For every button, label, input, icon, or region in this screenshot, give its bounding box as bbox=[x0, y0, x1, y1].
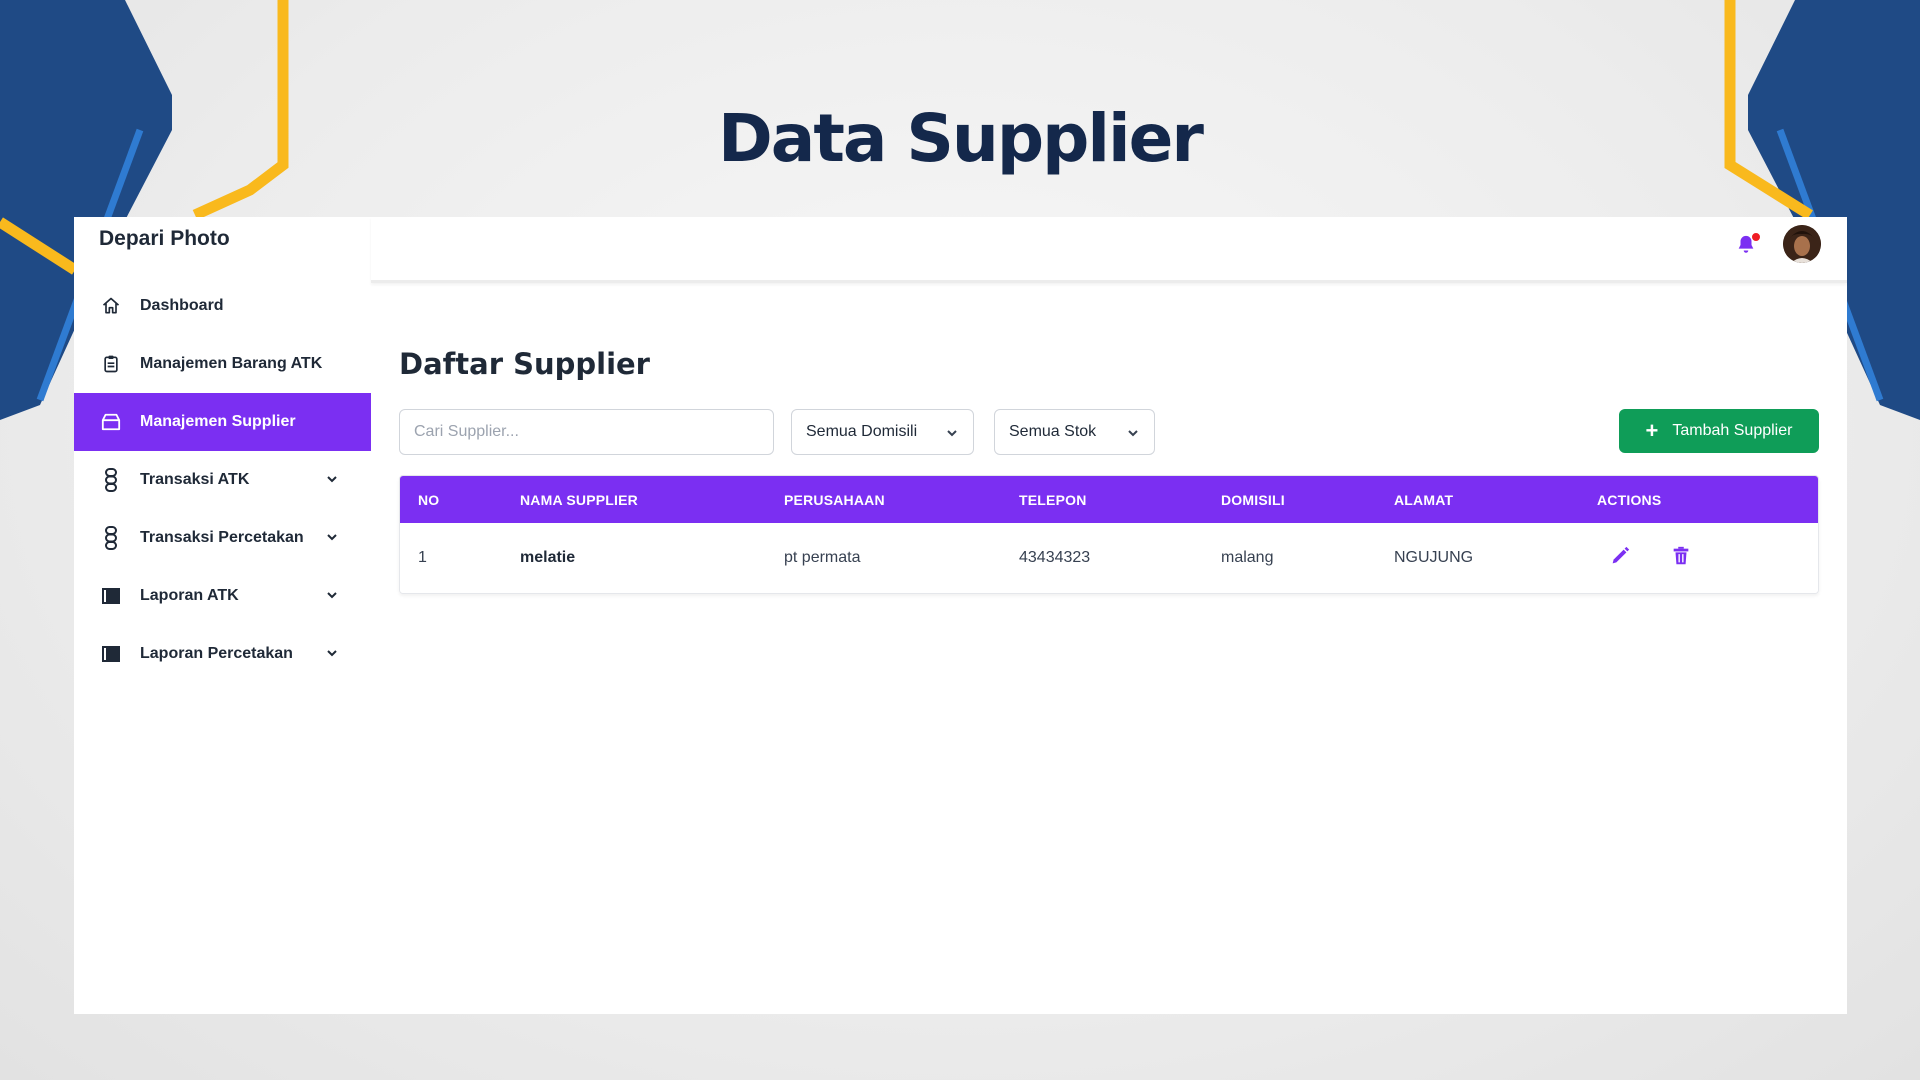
slide-title: Data Supplier bbox=[718, 100, 1204, 177]
search-input[interactable] bbox=[399, 409, 774, 455]
notification-button[interactable] bbox=[1735, 232, 1761, 259]
supplier-table: NO NAMA SUPPLIER PERUSAHAAN TELEPON DOMI… bbox=[399, 475, 1819, 594]
stok-filter-value: Semua Stok bbox=[1009, 423, 1097, 440]
toolbar: Semua Domisili Semua Stok + Tambah Suppl… bbox=[399, 409, 1819, 455]
page-title: Daftar Supplier bbox=[399, 347, 650, 381]
cell-no: 1 bbox=[418, 549, 427, 566]
edit-icon bbox=[1612, 546, 1630, 564]
clipboard-icon bbox=[100, 353, 122, 375]
column-header-perusahaan[interactable]: PERUSAHAAN bbox=[784, 492, 885, 508]
column-header-nama-supplier[interactable]: NAMA SUPPLIER bbox=[520, 492, 638, 508]
column-header-domisili[interactable]: DOMISILI bbox=[1221, 492, 1285, 508]
home-icon bbox=[100, 295, 122, 317]
stok-filter-select[interactable]: Semua Stok bbox=[994, 409, 1155, 455]
chevron-down-icon bbox=[947, 430, 957, 437]
chevron-down-icon[interactable] bbox=[325, 646, 339, 660]
edit-button[interactable] bbox=[1609, 545, 1633, 569]
sidebar-item-label: Transaksi Percetakan bbox=[140, 529, 304, 546]
sidebar-item-label: Transaksi ATK bbox=[140, 471, 250, 488]
avatar[interactable] bbox=[1783, 225, 1821, 263]
sidebar-item-label: Dashboard bbox=[140, 297, 224, 314]
cell-telepon: 43434323 bbox=[1019, 549, 1091, 566]
box-icon bbox=[100, 411, 122, 433]
column-header-actions: ACTIONS bbox=[1597, 492, 1662, 508]
chevron-down-icon[interactable] bbox=[325, 472, 339, 486]
sidebar-item-transaksi-atk[interactable]: Transaksi ATK bbox=[74, 451, 371, 509]
sidebar-item-label: Manajemen Barang ATK bbox=[140, 355, 323, 372]
book-icon bbox=[100, 643, 122, 665]
cell-perusahaan: pt permata bbox=[784, 549, 861, 566]
sidebar-item-label: Laporan ATK bbox=[140, 587, 239, 604]
table-row: 1 melatie pt permata 43434323 malang NGU… bbox=[400, 523, 1818, 593]
cell-alamat: NGUJUNG bbox=[1394, 549, 1474, 566]
add-supplier-label: Tambah Supplier bbox=[1672, 422, 1793, 439]
chain-icon bbox=[100, 468, 122, 492]
chevron-down-icon[interactable] bbox=[325, 530, 339, 544]
brand-name: Depari Photo bbox=[99, 227, 230, 250]
plus-icon: + bbox=[1645, 418, 1659, 443]
chevron-down-icon bbox=[1128, 430, 1138, 437]
domisili-filter-select[interactable]: Semua Domisili bbox=[791, 409, 974, 455]
trash-icon bbox=[1673, 546, 1689, 565]
table-header: NO NAMA SUPPLIER PERUSAHAAN TELEPON DOMI… bbox=[400, 476, 1818, 523]
sidebar-item-laporan-atk[interactable]: Laporan ATK bbox=[74, 567, 371, 625]
sidebar-item-manajemen-supplier[interactable]: Manajemen Supplier bbox=[74, 393, 371, 451]
notification-dot bbox=[1751, 232, 1761, 242]
sidebar-item-manajemen-barang-atk[interactable]: Manajemen Barang ATK bbox=[74, 335, 371, 393]
sidebar-item-transaksi-percetakan[interactable]: Transaksi Percetakan bbox=[74, 509, 371, 567]
top-bar bbox=[371, 217, 1847, 283]
delete-button[interactable] bbox=[1670, 545, 1694, 569]
domisili-filter-value: Semua Domisili bbox=[806, 423, 918, 440]
column-header-no[interactable]: NO bbox=[418, 492, 439, 508]
book-icon bbox=[100, 585, 122, 607]
sidebar-item-label: Laporan Percetakan bbox=[140, 645, 293, 662]
user-avatar-image bbox=[1783, 225, 1821, 263]
sidebar: Dashboard Manajemen Barang ATK Manajemen… bbox=[74, 277, 371, 683]
main-content: Daftar Supplier Semua Domisili Semua Sto… bbox=[399, 347, 1819, 594]
column-header-telepon[interactable]: TELEPON bbox=[1019, 492, 1087, 508]
sidebar-item-label: Manajemen Supplier bbox=[140, 413, 296, 430]
sidebar-item-laporan-percetakan[interactable]: Laporan Percetakan bbox=[74, 625, 371, 683]
app-window: Depari Photo Dashboard Manajemen Barang … bbox=[74, 217, 1847, 1014]
column-header-alamat[interactable]: ALAMAT bbox=[1394, 492, 1453, 508]
chevron-down-icon[interactable] bbox=[325, 588, 339, 602]
sidebar-item-dashboard[interactable]: Dashboard bbox=[74, 277, 371, 335]
add-supplier-button[interactable]: + Tambah Supplier bbox=[1619, 409, 1819, 453]
cell-nama-supplier: melatie bbox=[520, 549, 576, 566]
cell-domisili: malang bbox=[1221, 549, 1274, 566]
chain-icon bbox=[100, 526, 122, 550]
